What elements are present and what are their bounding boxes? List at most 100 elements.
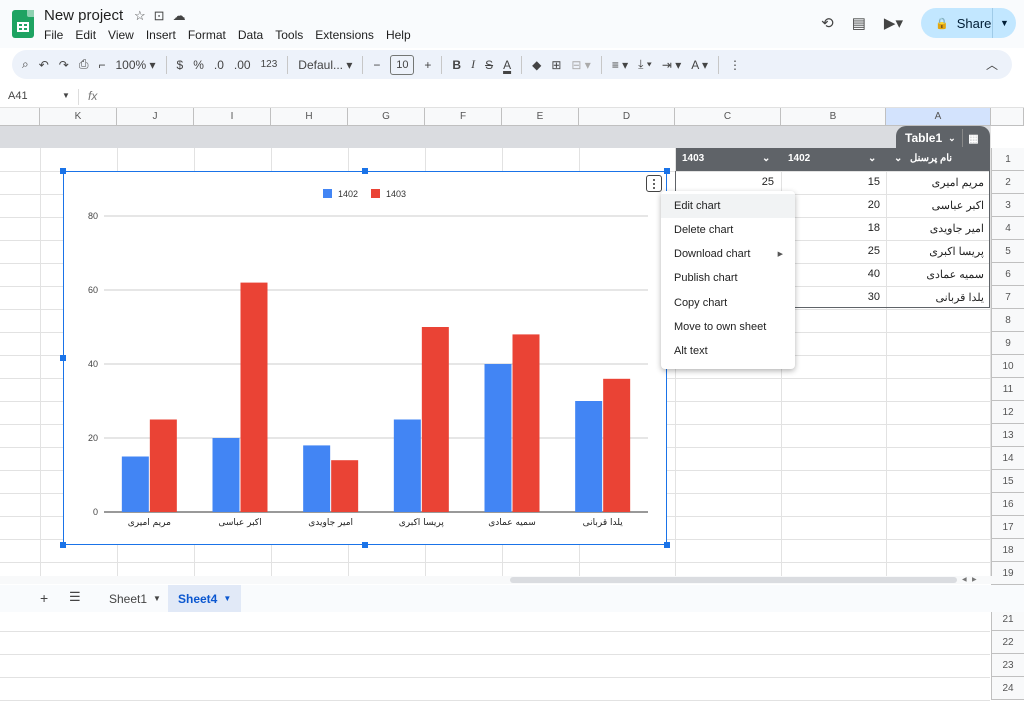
collapse-toolbar-icon[interactable]: ︿ [986,56,998,73]
undo-icon[interactable]: ↶ [39,58,49,72]
col-header-a[interactable]: A [886,108,991,126]
col-header-i[interactable]: I [194,108,271,126]
sheet-tab-dropdown-icon[interactable]: ▼ [223,594,231,603]
table-cell-1402[interactable]: 25 [868,245,880,257]
share-dropdown-icon[interactable]: ▼ [992,8,1016,38]
row-header[interactable]: 9 [991,332,1024,355]
menu-help[interactable]: Help [386,28,411,42]
row-header[interactable]: 14 [991,447,1024,470]
zoom-select[interactable]: 100% ▾ [115,58,155,72]
row-header[interactable]: 17 [991,516,1024,539]
row-header[interactable]: 1 [991,148,1024,171]
menu-item-edit-chart[interactable]: Edit chart [661,194,795,218]
name-box-dropdown-icon[interactable]: ▼ [62,91,70,100]
decrease-decimal-button[interactable]: .0 [214,58,224,72]
row-header[interactable]: 2 [991,171,1024,194]
menu-item-copy-chart[interactable]: Copy chart [661,291,795,315]
meet-icon[interactable]: ▶▾ [884,14,903,32]
menu-tools[interactable]: Tools [275,28,303,42]
resize-handle[interactable] [60,542,66,548]
row-header[interactable]: 10 [991,355,1024,378]
paint-format-icon[interactable]: ⌐ [98,58,105,72]
table-dropdown-icon[interactable]: ⌄ [948,133,956,144]
font-size-increase-button[interactable]: + [424,58,431,72]
row-header[interactable]: 13 [991,424,1024,447]
table-name-chip[interactable]: Table1 ⌄ ▦ [896,126,990,150]
menu-view[interactable]: View [108,28,134,42]
table-cell-name[interactable]: امیر جاویدی [930,222,984,235]
move-folder-icon[interactable]: ⊡ [154,8,165,24]
number-format-button[interactable]: 123 [261,59,278,70]
row-header[interactable]: 5 [991,240,1024,263]
add-sheet-icon[interactable]: + [40,590,48,606]
table-cell-1402[interactable]: 40 [868,268,880,280]
more-options-icon[interactable]: ⋮ [729,58,741,72]
vertical-align-icon[interactable]: ⤓ ▾ [638,57,652,72]
row-header[interactable]: 4 [991,217,1024,240]
col-header-h[interactable]: H [271,108,348,126]
doc-title[interactable]: New project [44,7,123,24]
comments-icon[interactable]: ▤ [852,14,866,32]
col-header-b[interactable]: B [781,108,886,126]
col-header-k[interactable]: K [40,108,117,126]
scrollbar-thumb[interactable] [510,577,957,583]
menu-insert[interactable]: Insert [146,28,176,42]
row-header[interactable]: 8 [991,309,1024,332]
col-header-d[interactable]: D [579,108,675,126]
currency-button[interactable]: $ [177,58,184,72]
col-header-j[interactable]: J [117,108,194,126]
chart-menu-button[interactable] [646,175,662,192]
percent-button[interactable]: % [193,58,204,72]
resize-handle[interactable] [362,542,368,548]
row-header[interactable]: 16 [991,493,1024,516]
table-cell-1402[interactable]: 15 [868,176,880,188]
menu-edit[interactable]: Edit [75,28,96,42]
cloud-status-icon[interactable]: ☁ [173,8,186,24]
menu-format[interactable]: Format [188,28,226,42]
search-icon[interactable]: ⌕ [22,57,29,72]
bold-button[interactable]: B [452,58,461,72]
col-header-f[interactable]: F [425,108,502,126]
merge-cells-icon[interactable]: ⊟ ▾ [571,58,590,72]
table-cell-name[interactable]: سمیه عمادی [926,268,984,281]
table-cell-name[interactable]: پریسا اکبری [929,245,984,258]
col-header-c[interactable]: C [675,108,781,126]
menu-item-publish-chart[interactable]: Publish chart [661,266,795,290]
print-icon[interactable]: ⎙ [79,57,89,72]
chart-container[interactable]: 0 20 40 60 80 مریم امیری اکبر عباسی امیر جاویدی… [63,171,667,545]
star-icon[interactable]: ☆ [134,8,146,24]
increase-decimal-button[interactable]: .00 [234,58,251,72]
col-header-e[interactable]: E [502,108,579,126]
text-wrap-icon[interactable]: ⇥ ▾ [662,58,681,72]
row-header[interactable]: 15 [991,470,1024,493]
row-header[interactable]: 22 [991,631,1024,654]
strikethrough-button[interactable]: S [485,58,493,72]
sheet-tab-sheet1[interactable]: Sheet1 ▼ [99,585,171,612]
table-header-1402[interactable]: 1402 [788,153,810,164]
italic-button[interactable]: I [471,57,475,72]
menu-file[interactable]: File [44,28,63,42]
horizontal-align-icon[interactable]: ≡ ▾ [612,58,628,72]
table-cell-1402[interactable]: 20 [868,199,880,211]
menu-data[interactable]: Data [238,28,263,42]
row-header[interactable]: 12 [991,401,1024,424]
fill-color-icon[interactable]: ◆ [532,58,541,72]
row-header[interactable]: 18 [991,539,1024,562]
menu-item-move-to-own-sheet[interactable]: Move to own sheet [661,315,795,339]
resize-handle[interactable] [664,542,670,548]
scroll-left-icon[interactable]: ◀ [962,576,967,583]
column-menu-icon[interactable]: ⌄ [762,153,770,164]
name-box[interactable]: A41 [8,90,28,102]
borders-icon[interactable]: ⊞ [551,58,561,72]
table-cell-name[interactable]: یلدا قربانی [935,291,984,304]
sheet-tab-dropdown-icon[interactable]: ▼ [153,594,161,603]
sheets-logo-icon[interactable] [12,10,34,38]
column-menu-icon[interactable]: ⌄ [868,153,876,164]
column-menu-icon[interactable]: ⌄ [894,153,902,164]
font-size-decrease-button[interactable]: − [373,58,380,72]
history-icon[interactable]: ⟲ [821,14,834,32]
row-header[interactable]: 6 [991,263,1024,286]
resize-handle[interactable] [362,168,368,174]
select-all-corner[interactable] [0,108,40,126]
menu-item-delete-chart[interactable]: Delete chart [661,218,795,242]
